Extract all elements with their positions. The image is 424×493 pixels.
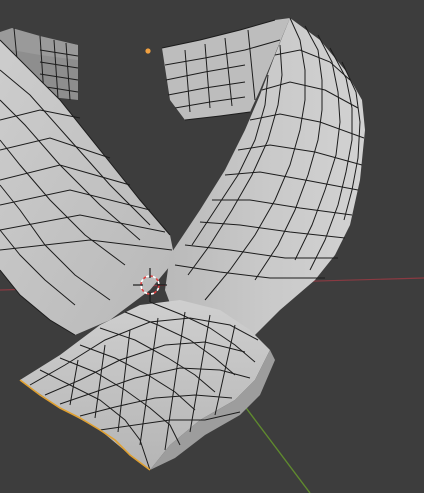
origin-dot[interactable] [145, 48, 151, 54]
ribbon-left-band[interactable] [0, 39, 175, 336]
3d-viewport[interactable] [0, 0, 424, 493]
